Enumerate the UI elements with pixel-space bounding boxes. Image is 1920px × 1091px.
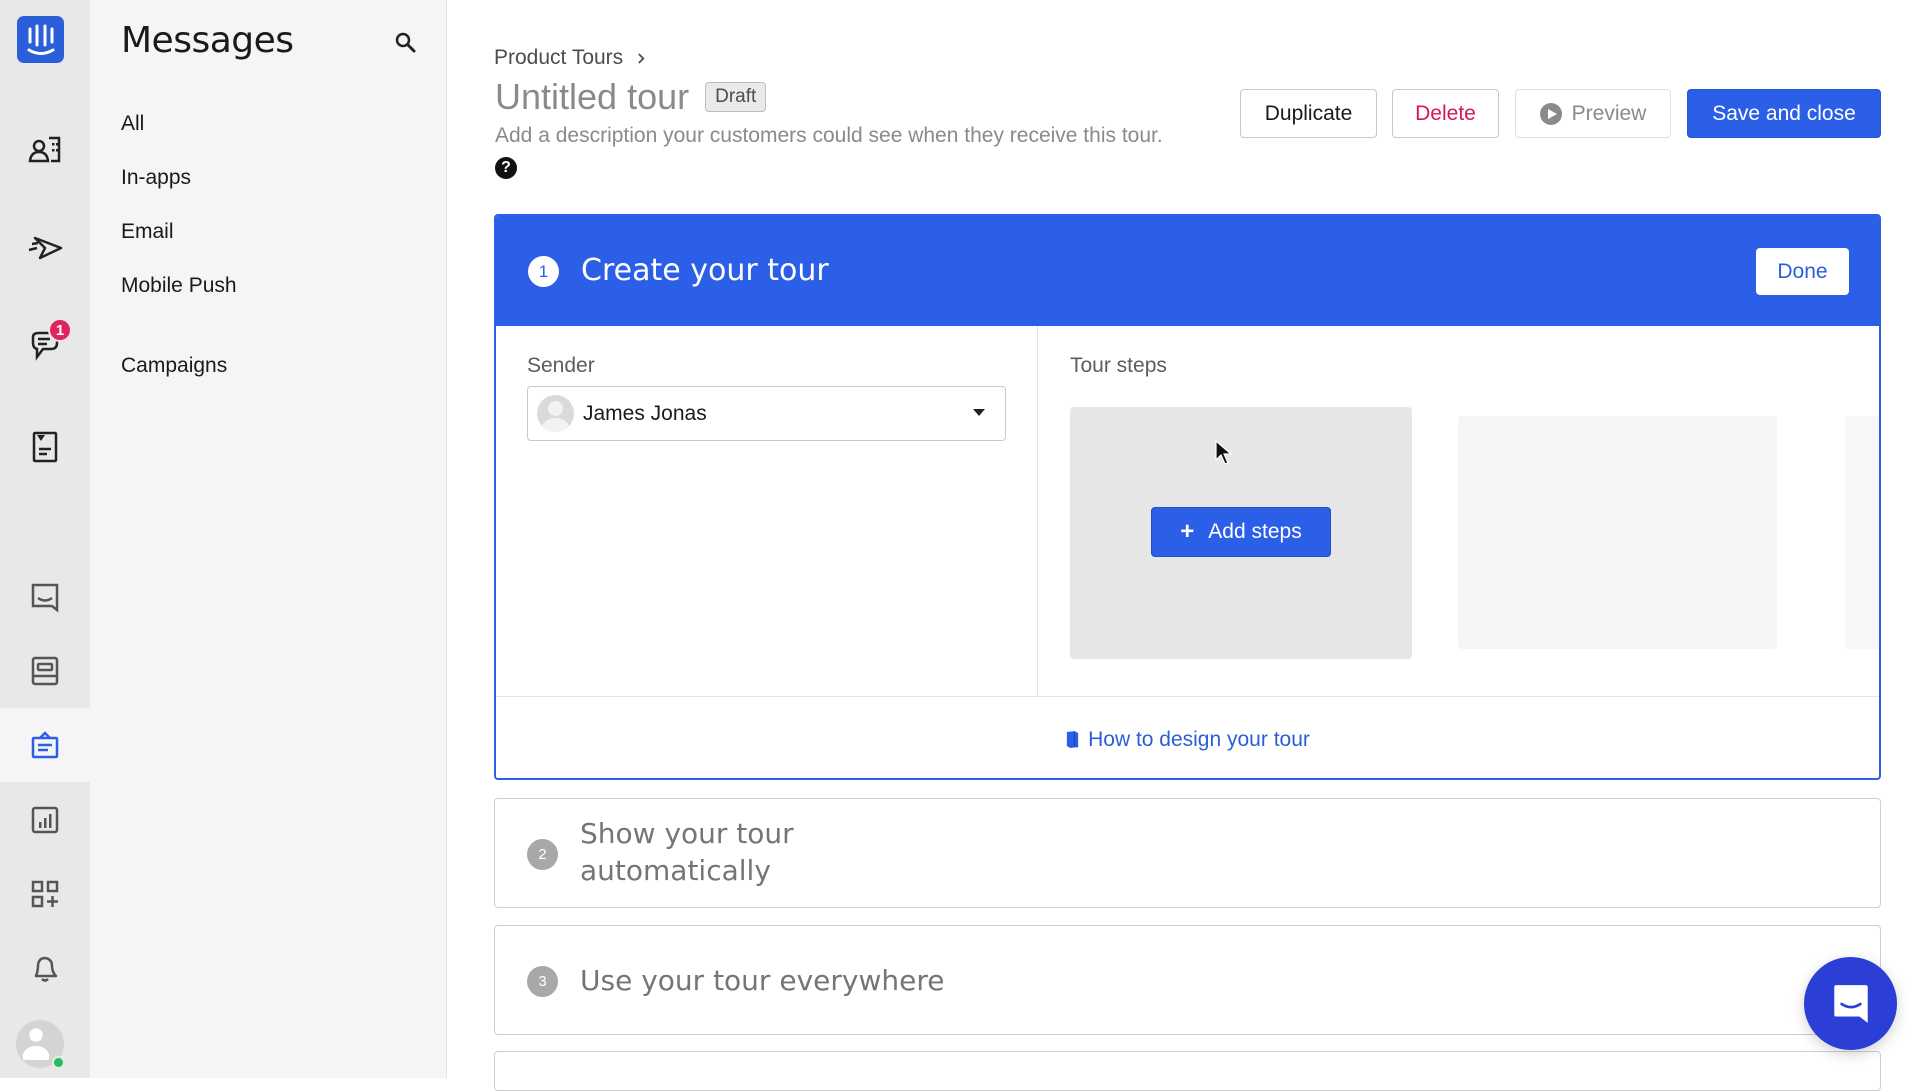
dropdown-caret-icon [973,409,985,416]
done-button[interactable]: Done [1756,248,1849,295]
intercom-logo-icon[interactable] [17,16,64,63]
step-1-footer: How to design your tour [496,696,1879,778]
duplicate-button[interactable]: Duplicate [1240,89,1377,138]
step-2-title: Show your tour automatically [580,815,794,889]
step-number-1: 1 [528,256,559,287]
step-show-automatically-card[interactable]: 2 Show your tour automatically [494,798,1881,908]
articles-icon[interactable] [0,410,90,484]
step-2-title-line-1: Show your tour [580,817,794,850]
sidebar-item-email[interactable]: Email [121,220,174,244]
app-store-icon[interactable] [0,857,90,931]
messenger-launcher-button[interactable] [1804,957,1897,1050]
step-card-partial[interactable] [494,1051,1881,1091]
notifications-bell-icon[interactable] [0,932,90,1006]
product-tours-icon[interactable] [0,708,90,782]
help-icon[interactable]: ? [495,157,517,179]
step-2-title-line-2: automatically [580,854,771,887]
messages-sidebar: Messages All In-apps Email Mobile Push C… [90,0,447,1078]
sender-select[interactable]: James Jonas [527,386,1006,441]
breadcrumb: Product Tours [494,46,646,70]
sidebar-item-in-apps[interactable]: In-apps [121,166,191,190]
contacts-icon[interactable] [0,113,90,187]
sender-avatar [537,395,574,432]
outbound-icon[interactable] [0,211,90,285]
sidebar-title: Messages [121,20,294,61]
search-icon[interactable] [393,30,419,56]
plus-icon: + [1180,518,1195,545]
description-input[interactable]: Add a description your customers could s… [495,124,1163,148]
play-icon [1539,102,1562,125]
messenger-icon[interactable] [0,560,90,634]
step-1-header: 1 Create your tour Done [496,216,1879,326]
delete-button[interactable]: Delete [1392,89,1499,138]
app-rail: 1 [0,0,90,1078]
mouse-cursor [1215,440,1233,465]
reports-icon[interactable] [0,783,90,857]
tour-title-input[interactable]: Untitled tour [495,76,689,118]
save-and-close-button[interactable]: Save and close [1687,89,1881,138]
chevron-right-icon [638,52,645,64]
add-steps-label: Add steps [1208,520,1302,543]
preview-button[interactable]: Preview [1515,89,1671,138]
how-to-design-tour-link[interactable]: How to design your tour [1088,728,1310,752]
tour-step-placeholder [1845,416,1879,649]
step-create-tour-card: 1 Create your tour Done Sender James Jon… [494,214,1881,780]
step-use-everywhere-card[interactable]: 3 Use your tour everywhere [494,925,1881,1035]
step-3-title: Use your tour everywhere [580,964,945,997]
inbox-icon[interactable] [0,308,90,382]
step-1-body: Sender James Jonas Tour steps + Add step… [496,326,1879,696]
online-status-indicator [52,1056,65,1069]
tour-step-placeholder: + Add steps [1070,407,1412,659]
preview-label: Preview [1571,101,1647,125]
messenger-chat-icon [1833,984,1868,1023]
sidebar-item-all[interactable]: All [121,112,144,136]
sender-value: James Jonas [583,401,707,425]
column-divider [1037,326,1038,696]
operator-icon[interactable] [0,634,90,708]
step-number-2: 2 [527,839,558,870]
tour-steps-label: Tour steps [1070,354,1167,377]
breadcrumb-product-tours[interactable]: Product Tours [494,46,623,70]
tour-title-row: Untitled tour Draft [495,76,767,118]
sidebar-item-mobile-push[interactable]: Mobile Push [121,274,237,298]
status-badge: Draft [705,82,767,112]
step-number-3: 3 [527,966,558,997]
tour-step-placeholder [1458,416,1777,649]
add-steps-button[interactable]: + Add steps [1151,507,1331,557]
book-icon [1066,731,1079,748]
main-content: Product Tours Untitled tour Draft Add a … [447,0,1920,1091]
step-1-title: Create your tour [581,253,829,288]
sidebar-item-campaigns[interactable]: Campaigns [121,354,227,378]
notification-badge: 1 [48,318,72,342]
sender-label: Sender [527,354,595,377]
